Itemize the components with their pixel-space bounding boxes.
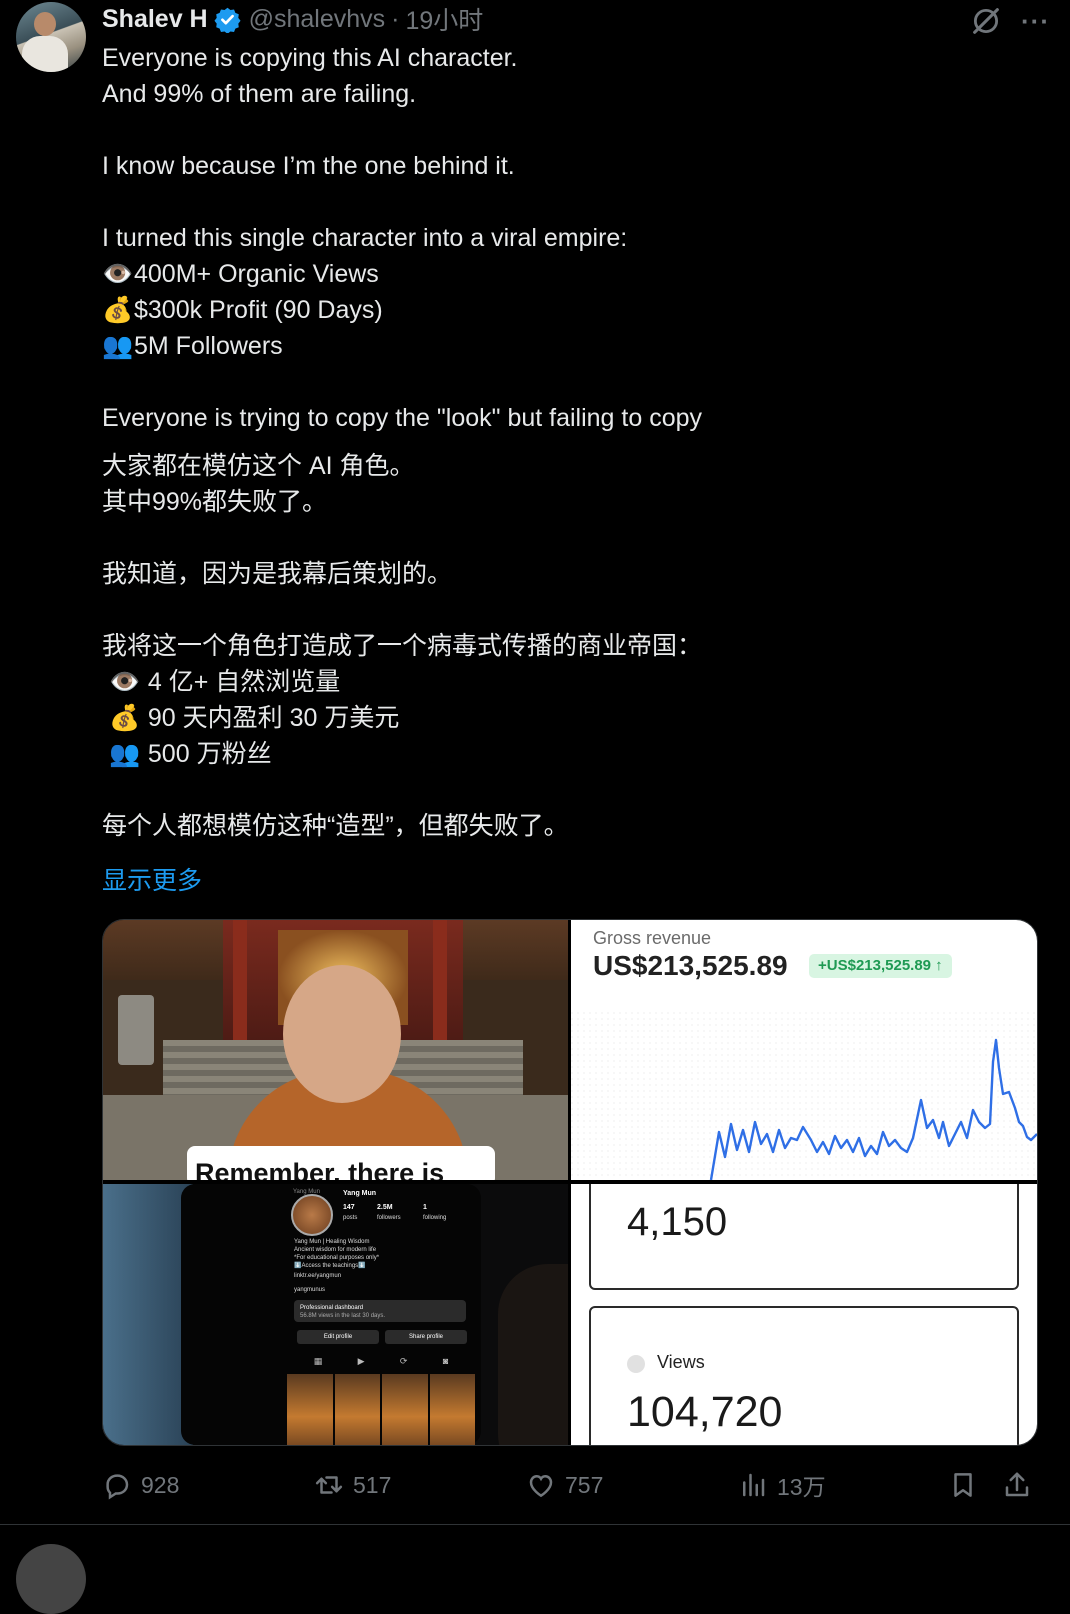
view-count: 13万 [777, 1474, 826, 1500]
more-icon[interactable]: ··· [1021, 6, 1050, 36]
stat-value: 4,150 [627, 1200, 728, 1244]
monk-face [283, 965, 401, 1103]
video-caption: Remember, there is [195, 1158, 445, 1180]
translation-line-followers: 👥 500 万粉丝 [102, 736, 982, 772]
reply-button[interactable]: 928 [102, 1463, 179, 1507]
author-handle[interactable]: @shalevhvs [249, 5, 386, 34]
avatar-head [34, 12, 56, 36]
author-name[interactable]: Shalev H [102, 5, 208, 34]
repost-button[interactable]: 517 [314, 1463, 391, 1507]
tweet-line: I turned this single character into a vi… [102, 224, 628, 252]
header-separator: · [391, 4, 400, 33]
translation-line: 每个人都想模仿这种“造型”，但都失败了。 [102, 812, 569, 840]
like-count: 757 [565, 1471, 604, 1498]
reply-icon [106, 1474, 129, 1500]
money-bag-emoji-icon: 💰 [109, 704, 141, 732]
header-actions: ··· [969, 4, 1050, 38]
gross-revenue-label: Gross revenue [593, 928, 712, 948]
views-label: Views [657, 1352, 705, 1372]
bookmark-button[interactable] [948, 1463, 987, 1507]
translation-line: 我将这一个角色打造成了一个病毒式传播的商业帝国： [102, 632, 703, 660]
like-button[interactable]: 757 [526, 1463, 603, 1507]
translation-line: 其中99%都失败了。 [102, 488, 328, 516]
repost-icon [315, 1476, 343, 1494]
views-legend-dot [627, 1355, 645, 1373]
translation-line: 大家都在模仿这个 AI 角色。 [102, 452, 415, 480]
tweet-divider [0, 1524, 1070, 1525]
tweet-line: I know because I’m the one behind it. [102, 152, 515, 180]
people-emoji-icon: 👥 [102, 332, 134, 360]
tweet-header: Shalev H @shalevhvs · 19小时 [102, 1, 484, 37]
bookmark-icon [954, 1473, 972, 1497]
repost-count: 517 [353, 1471, 392, 1498]
share-button[interactable] [1002, 1463, 1041, 1507]
tweet-line-profit: 💰$300k Profit (90 Days) [102, 292, 982, 328]
verified-badge-icon [214, 7, 241, 33]
tweet-text: Everyone is copying this AI character. A… [102, 40, 982, 844]
translation-line-views: 👁️ 4 亿+ 自然浏览量 [102, 664, 982, 700]
heart-icon [529, 1474, 553, 1498]
translation-line: 我知道，因为是我幕后策划的。 [102, 560, 453, 588]
eye-emoji-icon: 👁️ [102, 260, 134, 288]
revenue-change-badge: +US$213,525.89 ↑ [809, 954, 952, 978]
reply-count: 928 [141, 1471, 180, 1498]
people-emoji-icon: 👥 [109, 740, 141, 768]
gross-revenue-value: US$213,525.89 [593, 950, 788, 981]
grok-icon[interactable] [969, 4, 1003, 38]
views-value: 104,720 [627, 1388, 783, 1436]
bar-chart-icon [743, 1473, 765, 1497]
tweet-line-views: 👁️400M+ Organic Views [102, 256, 982, 292]
avatar-torso [22, 36, 68, 72]
views-button[interactable]: 13万 [738, 1463, 826, 1507]
tweet-line: Everyone is copying this AI character. [102, 44, 518, 72]
translation-line-profit: 💰 90 天内盈利 30 万美元 [102, 700, 982, 736]
tweet-line: Everyone is trying to copy the "look" bu… [102, 404, 703, 432]
media-stats[interactable]: 4,150 Views 104,720 [571, 1184, 1037, 1445]
eye-emoji-icon: 👁️ [109, 668, 141, 696]
next-tweet-avatar[interactable] [16, 1544, 86, 1614]
share-icon [1005, 1472, 1029, 1497]
media-video-monk[interactable]: Remember, there is [103, 920, 568, 1180]
media-revenue-chart[interactable]: Gross revenue US$213,525.89 +US$213,525.… [571, 920, 1037, 1180]
tweet-line-followers: 👥5M Followers [102, 328, 982, 364]
tweet-actions: 928 517 757 13万 [102, 1463, 1036, 1507]
media-grid: Remember, there is Gross revenue US$213,… [102, 919, 1038, 1446]
post-time[interactable]: 19小时 [406, 1, 484, 37]
revenue-line-chart [571, 1012, 1037, 1180]
profile-avatar [291, 1194, 333, 1236]
author-avatar[interactable] [16, 2, 86, 72]
phone-screen: Yang Mun Yang Mun 147 posts 2.5M followe… [181, 1184, 481, 1445]
money-bag-emoji-icon: 💰 [102, 296, 134, 324]
profile-name: Yang Mun [343, 1190, 377, 1197]
tweet-line: And 99% of them are failing. [102, 80, 417, 108]
media-profile-photo[interactable]: Yang Mun Yang Mun 147 posts 2.5M followe… [103, 1184, 568, 1445]
show-more-link[interactable]: 显示更多 [102, 861, 202, 897]
